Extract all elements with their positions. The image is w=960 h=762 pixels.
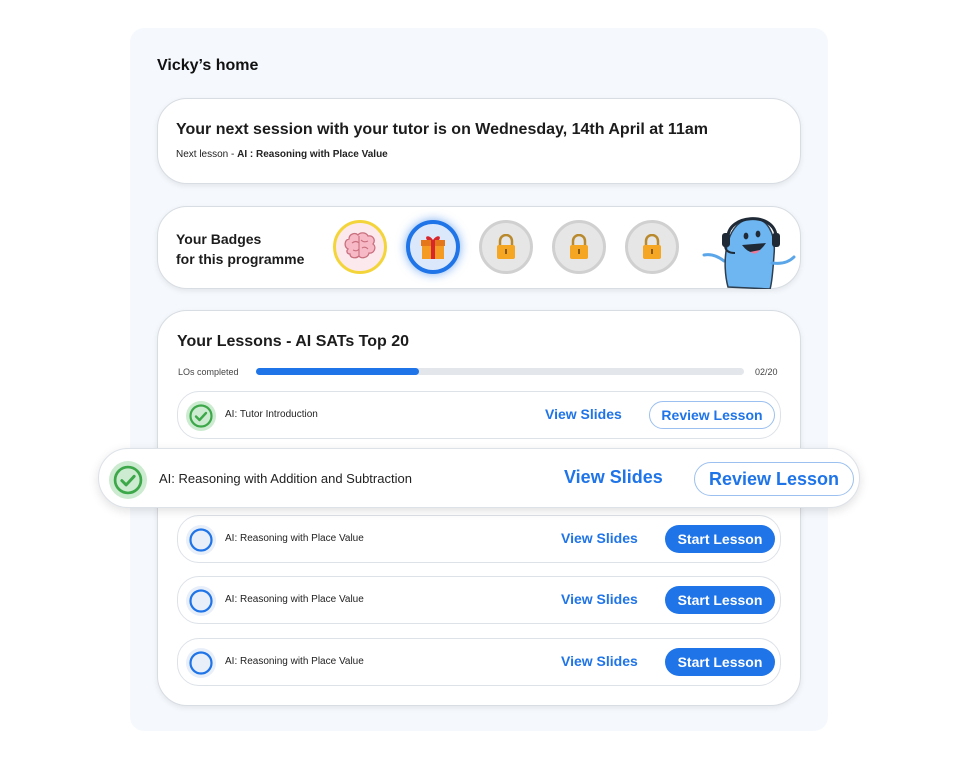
check-circle-icon xyxy=(186,401,216,431)
lesson-row: AI: Reasoning with Place Value View Slid… xyxy=(177,515,781,563)
brain-icon xyxy=(344,232,376,259)
lesson-name: AI: Tutor Introduction xyxy=(225,409,318,420)
review-lesson-button[interactable]: Review Lesson xyxy=(649,401,775,429)
next-lesson-prefix: Next lesson - xyxy=(176,149,238,160)
next-lesson-name: AI : Reasoning with Place Value xyxy=(237,149,388,160)
empty-circle-icon xyxy=(186,648,216,678)
badges-label-line2: for this programme xyxy=(176,251,305,267)
lock-icon xyxy=(570,234,588,259)
lesson-row: AI: Reasoning with Place Value View Slid… xyxy=(177,576,781,624)
session-title: Your next session with your tutor is on … xyxy=(176,121,708,138)
progress-count: 02/20 xyxy=(755,367,778,377)
lessons-title: Your Lessons - AI SATs Top 20 xyxy=(177,333,410,350)
progress-fill xyxy=(256,368,419,375)
lesson-name: AI: Reasoning with Place Value xyxy=(225,533,364,544)
badge-gift[interactable] xyxy=(406,220,460,274)
badge-locked xyxy=(625,220,679,274)
next-lesson-text: Next lesson - AI : Reasoning with Place … xyxy=(176,149,388,160)
badge-brain[interactable] xyxy=(333,220,387,274)
mascot-icon xyxy=(702,217,796,289)
lessons-card: Your Lessons - AI SATs Top 20 LOs comple… xyxy=(157,310,801,706)
start-lesson-button[interactable]: Start Lesson xyxy=(665,648,775,676)
lesson-row: AI: Tutor Introduction View Slides Revie… xyxy=(177,391,781,439)
progress-bar xyxy=(256,368,744,375)
lesson-name: AI: Reasoning with Place Value xyxy=(225,656,364,667)
page-title: Vicky’s home xyxy=(157,57,259,74)
badges-label: Your Badges for this programme xyxy=(176,229,304,269)
view-slides-link[interactable]: View Slides xyxy=(561,530,638,546)
start-lesson-button[interactable]: Start Lesson xyxy=(665,525,775,553)
badges-label-line1: Your Badges xyxy=(176,231,262,247)
view-slides-link[interactable]: View Slides xyxy=(561,591,638,607)
empty-circle-icon xyxy=(186,586,216,616)
view-slides-link[interactable]: View Slides xyxy=(564,467,663,488)
badges-card: Your Badges for this programme xyxy=(157,206,801,289)
badge-locked xyxy=(552,220,606,274)
next-session-card: Your next session with your tutor is on … xyxy=(157,98,801,184)
lesson-name: AI: Reasoning with Addition and Subtract… xyxy=(159,471,412,486)
view-slides-link[interactable]: View Slides xyxy=(561,653,638,669)
lock-icon xyxy=(643,234,661,259)
lesson-row-highlighted: AI: Reasoning with Addition and Subtract… xyxy=(98,448,860,508)
check-circle-icon xyxy=(109,461,147,499)
lesson-row: AI: Reasoning with Place Value View Slid… xyxy=(177,638,781,686)
empty-circle-icon xyxy=(186,525,216,555)
view-slides-link[interactable]: View Slides xyxy=(545,406,622,422)
progress-label: LOs completed xyxy=(178,367,239,377)
gift-icon xyxy=(421,236,445,259)
lock-icon xyxy=(497,234,515,259)
start-lesson-button[interactable]: Start Lesson xyxy=(665,586,775,614)
lesson-name: AI: Reasoning with Place Value xyxy=(225,594,364,605)
badge-locked xyxy=(479,220,533,274)
review-lesson-button[interactable]: Review Lesson xyxy=(694,462,854,496)
